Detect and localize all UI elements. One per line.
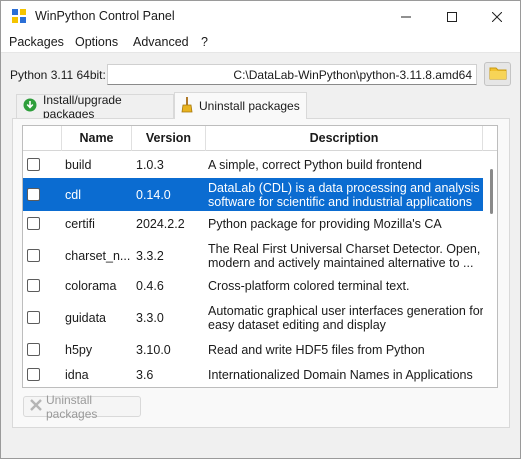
maximize-button[interactable] (429, 1, 475, 32)
uninstall-button-label: Uninstall packages (46, 392, 98, 421)
app-window: WinPython Control Panel Packages Options… (0, 0, 521, 459)
menu-packages[interactable]: Packages (9, 35, 64, 49)
menu-advanced[interactable]: Advanced (133, 35, 189, 49)
row-checkbox[interactable] (27, 217, 40, 230)
package-version: 0.14.0 (136, 187, 171, 202)
menu-help[interactable]: ? (201, 35, 208, 49)
table-row[interactable]: colorama 0.4.6 Cross-platform colored term… (23, 274, 483, 298)
python-path-field[interactable]: C:\DataLab-WinPython\python-3.11.8.amd64 (107, 64, 477, 85)
package-version: 3.3.0 (136, 310, 164, 325)
tab-install-label: Install/upgrade packages (43, 92, 122, 121)
broom-icon (181, 96, 193, 116)
minimize-button[interactable] (383, 1, 429, 32)
header-checkbox-col (23, 126, 62, 151)
row-checkbox[interactable] (27, 157, 40, 171)
package-name: h5py (65, 342, 93, 357)
table-header: Name Version Description (23, 126, 497, 151)
header-name[interactable]: Name (62, 126, 132, 151)
window-title: WinPython Control Panel (35, 9, 175, 23)
package-name: build (65, 157, 92, 172)
table-row[interactable]: build 1.0.3 A simple, correct Python build… (23, 151, 483, 178)
packages-table: Name Version Description build 1.0.3 A sim… (22, 125, 498, 388)
row-checkbox[interactable] (27, 187, 40, 201)
python-version-label: Python 3.11 64bit: (10, 68, 106, 82)
vertical-scrollbar[interactable] (483, 151, 497, 387)
package-name: colorama (65, 279, 117, 293)
package-version: 3.3.2 (136, 248, 164, 263)
package-version: 3.10.0 (136, 342, 171, 357)
package-description: The Real First Universal Charset Detecto… (208, 241, 481, 270)
row-checkbox[interactable] (27, 248, 40, 262)
package-name: guidata (65, 310, 107, 325)
header-version[interactable]: Version (132, 126, 206, 151)
package-version: 2024.2.2 (136, 217, 185, 231)
tab-uninstall-label: Uninstall packages (199, 99, 300, 113)
menu-options[interactable]: Options (75, 35, 118, 49)
package-description: Read and write HDF5 files from Python (208, 342, 425, 357)
menu-bar: Packages Options Advanced ? (1, 32, 520, 53)
table-row[interactable]: guidata 3.3.0 Automatic graphical user int… (23, 298, 484, 337)
package-description: Python package for providing Mozilla's C… (208, 217, 442, 231)
download-arrow-icon (23, 98, 37, 115)
package-description: A simple, correct Python build frontend (208, 157, 423, 172)
winpython-logo-icon (11, 8, 27, 24)
header-description[interactable]: Description (206, 126, 483, 151)
table-row[interactable]: h5py 3.10.0 Read and write HDF5 files from… (23, 337, 483, 362)
browse-folder-button[interactable] (484, 62, 511, 86)
row-checkbox[interactable] (27, 310, 40, 324)
close-button[interactable] (474, 1, 520, 32)
row-checkbox[interactable] (27, 279, 40, 292)
uninstall-packages-button[interactable]: Uninstall packages (23, 393, 141, 421)
package-description: Internationalized Domain Names in Applic… (208, 368, 473, 382)
table-row[interactable]: cdl 0.14.0 DataLab (CDL) is a data process… (23, 178, 483, 211)
table-row[interactable]: idna 3.6 Internationalized Domain Names in… (23, 362, 483, 387)
package-version: 0.4.6 (136, 279, 164, 293)
table-row[interactable]: certifi 2024.2.2 Python package for provid… (23, 211, 483, 237)
uninstall-x-icon (29, 398, 43, 415)
package-name: charset_n... (65, 248, 131, 263)
table-row[interactable]: charset_n... 3.3.2 The Real First Universa… (23, 237, 483, 274)
package-name: cdl (65, 187, 81, 202)
row-checkbox[interactable] (27, 342, 40, 356)
folder-icon (489, 66, 507, 83)
package-name: idna (65, 368, 89, 382)
tab-install-upgrade[interactable]: Install/upgrade packages (16, 92, 174, 121)
scrollbar-thumb[interactable] (490, 169, 493, 214)
package-version: 1.0.3 (136, 157, 164, 172)
package-description: Cross-platform colored terminal text. (208, 279, 410, 293)
package-description: Automatic graphical user interfaces gene… (208, 303, 484, 332)
title-bar: WinPython Control Panel (1, 1, 520, 32)
tab-uninstall[interactable]: Uninstall packages (174, 92, 307, 119)
package-name: certifi (65, 217, 95, 231)
package-description: DataLab (CDL) is a data processing and a… (208, 180, 480, 209)
row-checkbox[interactable] (27, 368, 40, 381)
package-version: 3.6 (136, 368, 154, 382)
